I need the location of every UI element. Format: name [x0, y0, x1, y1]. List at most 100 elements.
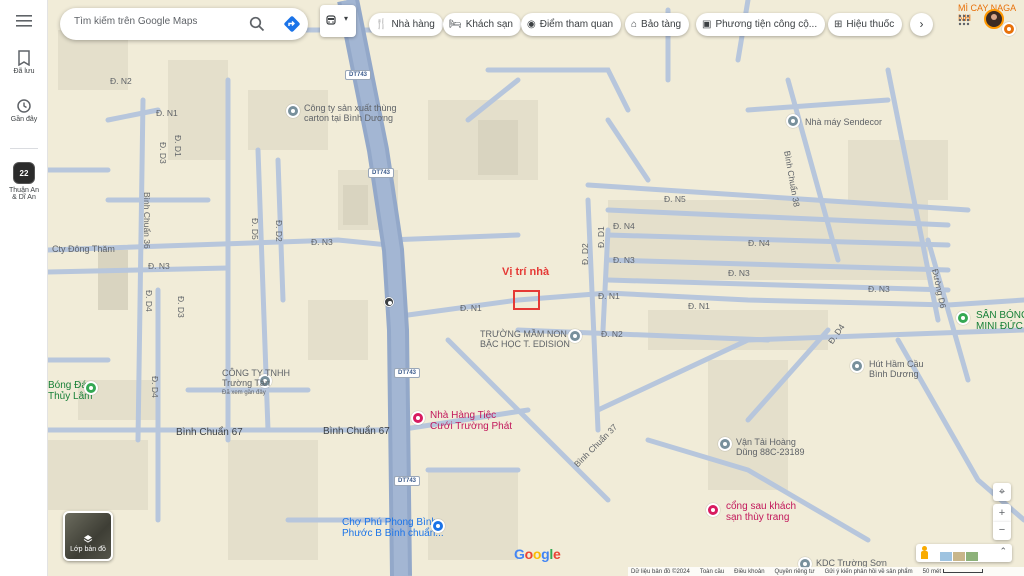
road-label: Đ. D1	[173, 135, 183, 157]
road-label: Đ. D1	[596, 226, 606, 248]
pegman-icon[interactable]	[920, 546, 928, 559]
place-thumbnail-image: 22	[13, 162, 35, 184]
chip-label: Khách sạn	[465, 19, 513, 30]
category-chip-restaurants[interactable]: 🍴 Nhà hàng	[369, 13, 443, 36]
sports-marker-icon[interactable]	[956, 311, 970, 325]
transit-mode-button[interactable]: ▾	[320, 5, 356, 37]
recent-button[interactable]: Gần đây	[0, 98, 48, 123]
road-label: Đ. N1	[688, 301, 710, 311]
my-location-button[interactable]: ⌖	[993, 483, 1011, 501]
zoom-out-button[interactable]: −	[993, 522, 1011, 540]
transit-icon: ▣	[702, 19, 712, 30]
road-label: Đ. D2	[580, 243, 590, 265]
road-label: Đ. D5	[250, 218, 260, 240]
crosshair-icon: ⌖	[998, 486, 1006, 498]
place-label: SÂN BÓNGMINI ĐỨC T	[976, 310, 1024, 332]
category-chip-hotels[interactable]: 🛏 Khách sạn	[443, 13, 521, 36]
road-label: Đ. D2	[274, 220, 284, 242]
market-marker-icon[interactable]	[431, 519, 445, 533]
highway-shield: DT743	[368, 168, 395, 178]
hamburger-menu-icon	[16, 15, 32, 27]
terms-link[interactable]: Điều khoản	[734, 569, 764, 575]
minus-icon: −	[998, 524, 1006, 536]
terrain-thumbnail[interactable]	[953, 552, 965, 561]
house-location-box[interactable]	[513, 290, 540, 310]
road-label: Bình Chuẩn 67	[176, 427, 243, 438]
chip-label: Phương tiện công cộ...	[715, 19, 818, 30]
camera-icon: ◉	[527, 19, 536, 30]
search-icon[interactable]	[249, 16, 265, 32]
sports-marker-icon[interactable]	[84, 381, 98, 395]
expand-icon[interactable]: ⌃	[999, 546, 1007, 557]
map-canvas[interactable]: DT743 DT743 DT743 DT743 Đ. N2 Đ. N1 Đ. N…	[48, 0, 1024, 576]
road-label: Đ. N1	[598, 291, 620, 301]
place-label: Cty Đông Thăm	[52, 244, 115, 254]
road-label: Đ. D3	[176, 296, 186, 318]
imagery-thumbnails[interactable]	[940, 548, 979, 566]
category-chip-pharmacy[interactable]: ⊞ Hiệu thuốc	[828, 13, 903, 36]
plus-icon: +	[998, 507, 1006, 519]
layers-button[interactable]: Lớp bản đồ	[63, 511, 113, 561]
place-label: cổng sau khách sạn thùy trang	[726, 501, 797, 523]
category-chip-transit[interactable]: ▣ Phương tiện công cộ...	[696, 13, 826, 36]
fork-knife-icon: 🍴	[375, 19, 388, 30]
apps-grid-icon[interactable]	[958, 14, 970, 26]
satellite-thumbnail[interactable]	[940, 552, 952, 561]
account-avatar[interactable]	[984, 9, 1004, 29]
business-marker-icon[interactable]	[850, 359, 864, 373]
road-label: Đ. N2	[601, 329, 623, 339]
recent-label: Gần đây	[10, 116, 38, 123]
global-link[interactable]: Toàn cầu	[700, 569, 724, 575]
place-label: CÔNG TY TNHH Trường Tân Đã xem gần đây	[222, 368, 291, 396]
chip-label: Bảo tàng	[641, 19, 682, 30]
zoom-in-button[interactable]: +	[993, 504, 1011, 522]
chevron-right-icon: ›	[919, 17, 924, 31]
place-label: Công ty sản xuất thùng carton tại Bình Dư…	[304, 103, 397, 123]
recent-place-thumbnail[interactable]: 22 Thuận An & Dĩ An	[0, 162, 48, 201]
house-marker-label: Vị trí nhà	[502, 266, 550, 278]
scale-indicator[interactable]: 50 mét	[923, 568, 983, 575]
rail-divider	[10, 148, 38, 149]
chips-scroll-right-button[interactable]: ›	[910, 13, 933, 36]
restaurant-marker-icon[interactable]	[411, 411, 425, 425]
business-marker-icon[interactable]	[786, 114, 800, 128]
chip-label: Hiệu thuốc	[846, 19, 895, 30]
highway-shield: DT743	[394, 476, 421, 486]
road-label: Đ. N4	[613, 221, 635, 231]
street-view-panel[interactable]: ⌃	[916, 544, 1012, 562]
hotel-marker-icon[interactable]	[706, 503, 720, 517]
map-data-credit: Dữ liệu bản đồ ©2024	[631, 568, 690, 575]
menu-button[interactable]	[0, 14, 48, 30]
road-label: Đ. D3	[158, 142, 168, 164]
map-footer: Dữ liệu bản đồ ©2024 Toàn cầu Điều khoản…	[628, 567, 1024, 576]
museum-icon: ⌂	[631, 19, 638, 30]
road-label: Bình Chuẩn 36	[142, 192, 152, 249]
highway-shield: DT743	[394, 368, 421, 378]
transit-stop-icon[interactable]	[384, 297, 394, 307]
place-label: Vận Tải Hoàng Dũng 88C-23189	[736, 437, 805, 457]
feedback-link[interactable]: Gửi ý kiến phản hồi về sản phẩm	[825, 569, 913, 575]
saved-button[interactable]: Đã lưu	[0, 50, 48, 75]
chip-label: Nhà hàng	[391, 19, 435, 30]
directions-icon[interactable]	[283, 15, 301, 33]
google-logo: Google	[514, 546, 561, 562]
road-label: Đ. N1	[156, 108, 178, 118]
layers-icon	[83, 535, 93, 543]
category-chip-attractions[interactable]: ◉ Điểm tham quan	[521, 13, 622, 36]
place-label-line2: & Dĩ An	[12, 194, 36, 201]
road-label: Đ. N3	[311, 237, 333, 247]
business-marker-icon[interactable]	[718, 437, 732, 451]
chip-label: Điểm tham quan	[539, 19, 614, 30]
globe-thumbnail[interactable]	[966, 552, 978, 561]
dropdown-arrow-icon: ▾	[344, 14, 349, 23]
pharmacy-icon: ⊞	[834, 19, 843, 30]
category-chip-museums[interactable]: ⌂ Bảo tàng	[625, 13, 690, 36]
search-input[interactable]	[74, 16, 244, 27]
place-label: TRƯỜNG MẦM NON BẬC HỌC T. EDISION	[480, 329, 570, 349]
bus-icon	[326, 15, 336, 25]
school-marker-icon[interactable]	[568, 329, 582, 343]
privacy-link[interactable]: Quyền riêng tư	[775, 569, 815, 575]
search-box[interactable]	[60, 8, 308, 40]
business-marker-icon[interactable]	[286, 104, 300, 118]
restaurant-marker-icon[interactable]	[1002, 22, 1016, 36]
